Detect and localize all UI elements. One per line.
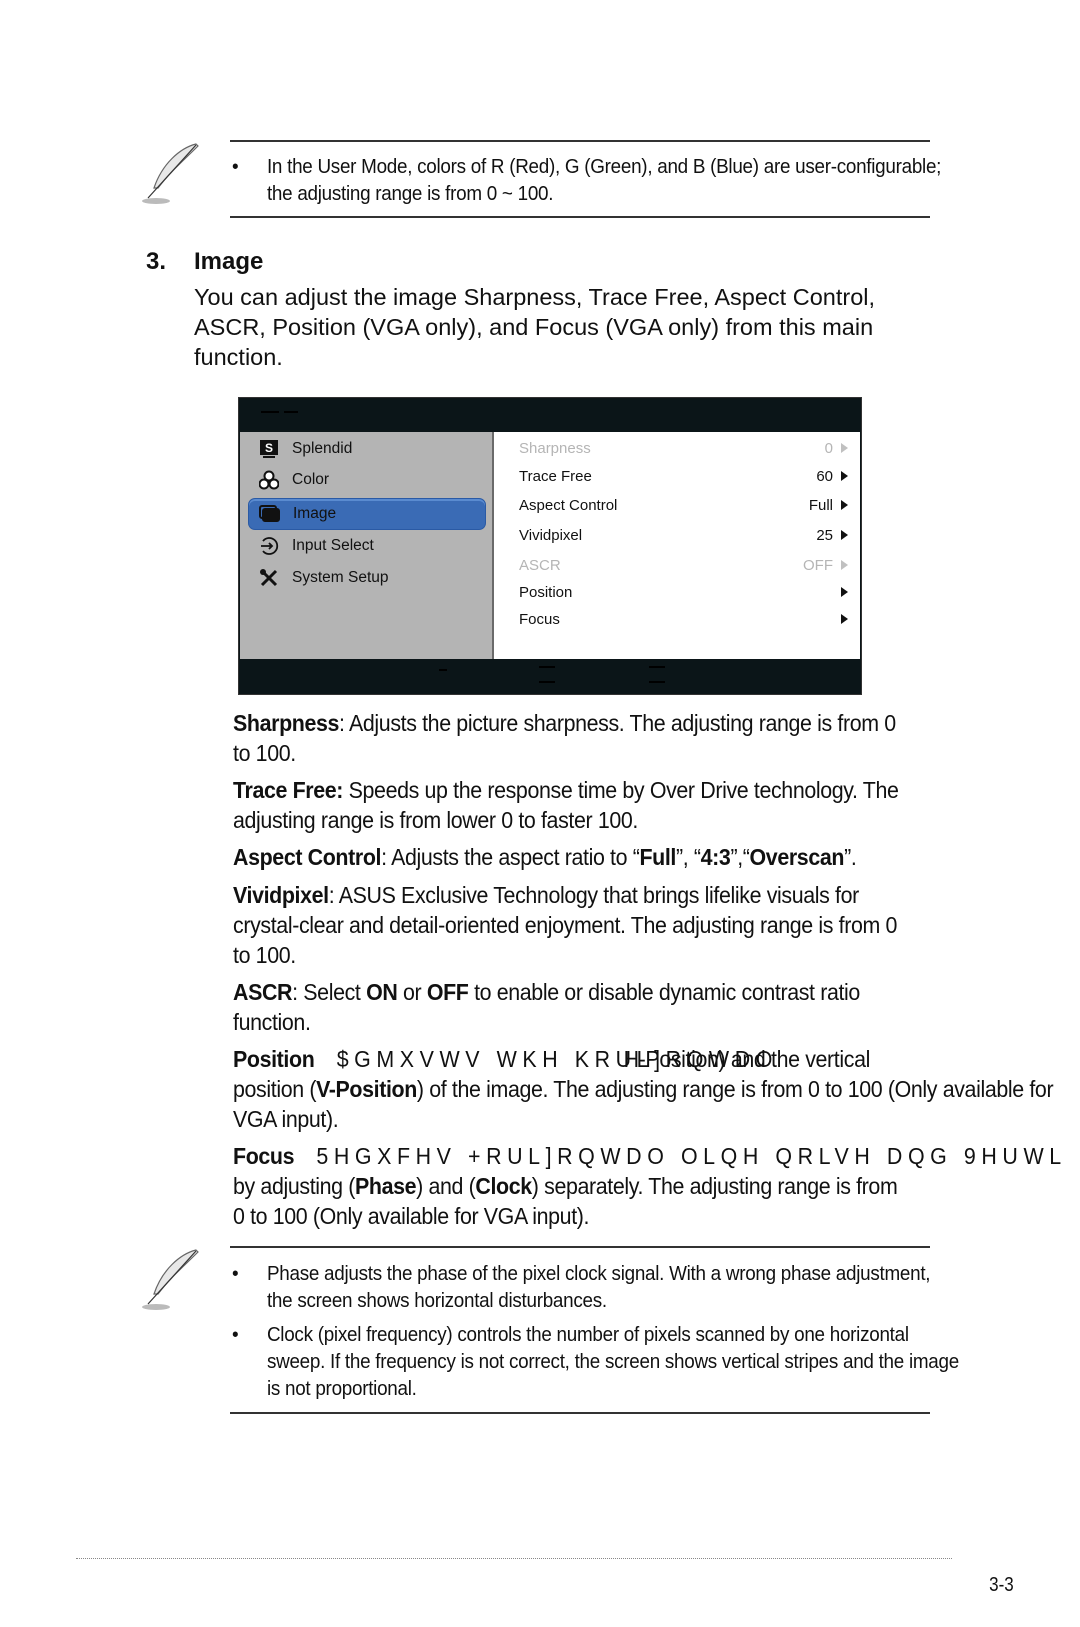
osd-nav-hint-glyph [539, 666, 555, 668]
section-number: 3. [146, 248, 167, 275]
osd-menu-item-system-setup[interactable]: System Setup [248, 563, 484, 593]
osd-nav-hint-glyph [649, 666, 665, 668]
osd-top-bar [239, 398, 861, 432]
osd-nav-hint-glyph [439, 669, 447, 671]
osd-menu-item-splendid[interactable]: S Splendid [248, 434, 484, 464]
arrow-right-icon [841, 443, 848, 453]
desc-ascr: ASCR: Select ON or OFF to enable or disa… [233, 979, 860, 1035]
osd-submenu-position[interactable]: Position [519, 579, 848, 605]
top-note: • In the User Mode, colors of R (Red), G … [140, 140, 941, 218]
bottom-note: • Phase adjusts the phase of the pixel cl… [140, 1246, 959, 1416]
note-top-rule [230, 1246, 930, 1248]
note-top-rule [230, 140, 930, 142]
osd-menu-item-color[interactable]: Color [248, 465, 484, 495]
feather-note-icon [142, 143, 199, 204]
desc-sharpness: Sharpness: Adjusts the picture sharpness… [233, 710, 896, 766]
desc-aspect-control: Aspect Control: Adjusts the aspect ratio… [233, 844, 857, 870]
tools-icon [258, 567, 280, 589]
osd-bottom-bar [239, 659, 861, 694]
osd-logo-glyph [284, 411, 298, 413]
footer-rule [76, 1558, 952, 1559]
rgb-color-icon [258, 469, 280, 491]
feather-note-icon [142, 1249, 199, 1310]
section-title: Image [194, 248, 264, 275]
desc-focus: Focus 5HGXFHV +RUL]RQWDO OLQH QRLVH DQG … [233, 1143, 1067, 1229]
input-select-icon [258, 535, 280, 557]
arrow-right-icon [841, 560, 848, 570]
splendid-s-icon: S [258, 438, 280, 460]
osd-menu-item-input-select[interactable]: Input Select [248, 531, 484, 561]
osd-menu-item-image[interactable]: Image [248, 498, 486, 530]
osd-main-menu: S Splendid Color Image Input Select Syst… [240, 432, 494, 659]
note-bullet: • Clock (pixel frequency) controls the nu… [232, 1323, 959, 1400]
osd-nav-hint-glyph [649, 681, 665, 683]
osd-logo-glyph [261, 411, 279, 413]
section-intro: You can adjust the image Sharpness, Trac… [194, 284, 876, 370]
section-heading: 3. Image [146, 248, 263, 276]
arrow-right-icon [841, 614, 848, 624]
desc-vividpixel: Vividpixel: ASUS Exclusive Technology th… [233, 882, 898, 968]
note-bullet: • In the User Mode, colors of R (Red), G … [232, 155, 942, 205]
arrow-right-icon [841, 500, 848, 510]
desc-trace-free: Trace Free: Speeds up the response time … [233, 777, 899, 833]
note-bottom-rule [230, 216, 930, 218]
osd-submenu-trace-free[interactable]: Trace Free 60 [519, 463, 848, 489]
desc-position: Position $GMXVWV WKH KRUL]RQWDO H-Positi… [233, 1046, 1054, 1132]
osd-menu-screenshot: S Splendid Color Image Input Select Syst… [238, 397, 862, 695]
page-number: 3-3 [989, 1574, 1014, 1596]
arrow-right-icon [841, 471, 848, 481]
svg-text:S: S [265, 441, 273, 455]
osd-nav-hint-glyph [539, 681, 555, 683]
osd-submenu-focus[interactable]: Focus [519, 606, 848, 632]
image-windows-icon [259, 503, 281, 525]
osd-submenu-vividpixel[interactable]: Vividpixel 25 [519, 522, 848, 548]
arrow-right-icon [841, 587, 848, 597]
osd-submenu-aspect-control[interactable]: Aspect Control Full [519, 492, 848, 518]
osd-submenu-sharpness[interactable]: Sharpness 0 [519, 435, 848, 461]
osd-submenu: Sharpness 0 Trace Free 60 Aspect Control Fu… [494, 432, 860, 659]
note-bullet: • Phase adjusts the phase of the pixel cl… [232, 1262, 931, 1312]
osd-submenu-ascr[interactable]: ASCR OFF [519, 552, 848, 578]
note-bottom-rule [230, 1412, 930, 1414]
arrow-right-icon [841, 530, 848, 540]
